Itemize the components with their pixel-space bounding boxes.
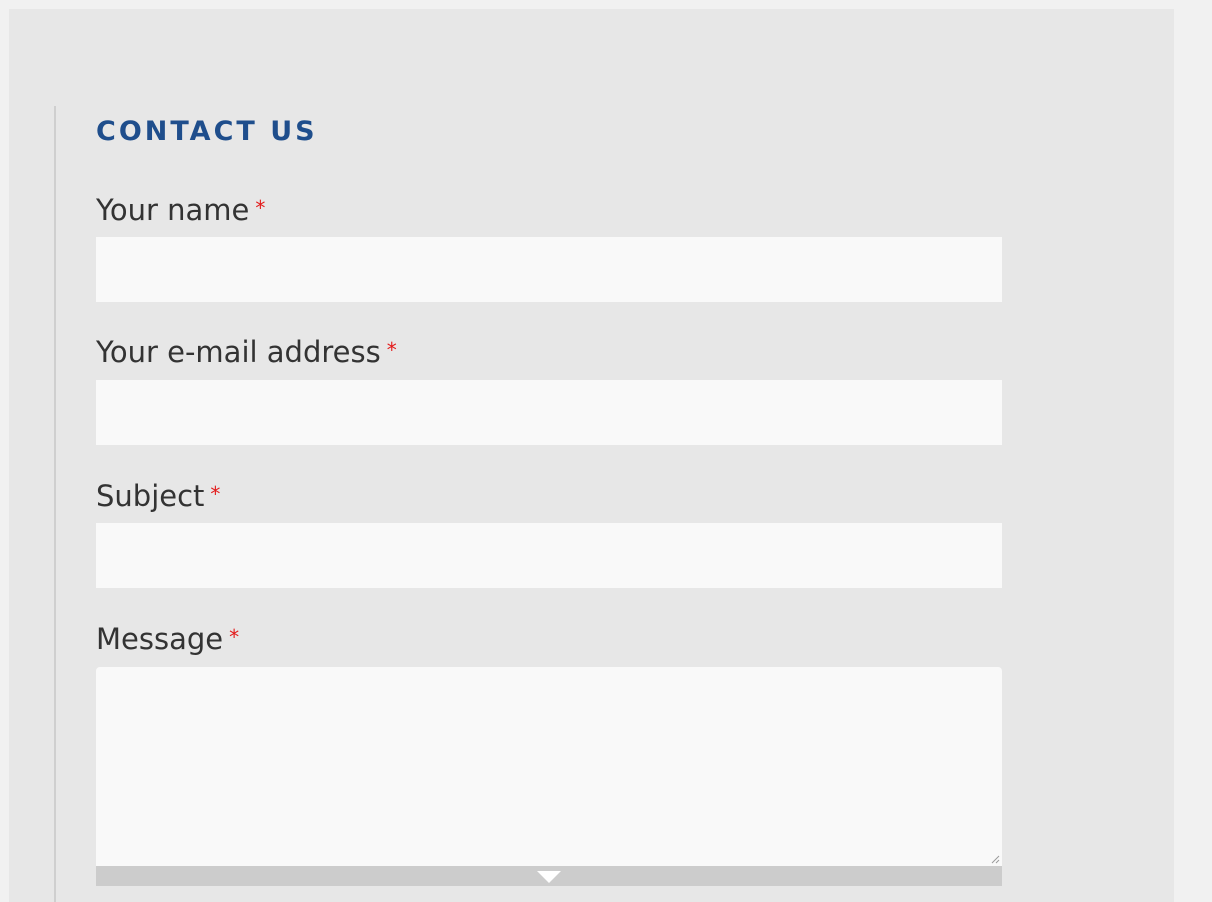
content-panel: CONTACT US Your name * Your e-mail addres… xyxy=(9,9,1174,902)
message-label: Message * xyxy=(96,622,239,656)
name-label: Your name * xyxy=(96,193,265,227)
subject-input[interactable] xyxy=(96,523,1002,588)
email-input[interactable] xyxy=(96,380,1002,445)
subject-label: Subject * xyxy=(96,479,220,513)
message-field-wrapper xyxy=(96,667,1002,886)
name-required-marker: * xyxy=(255,196,266,220)
subject-required-marker: * xyxy=(210,482,221,506)
triangle-down-icon xyxy=(537,871,561,883)
message-label-text: Message xyxy=(96,622,224,656)
page: CONTACT US Your name * Your e-mail addres… xyxy=(0,0,1212,902)
name-label-text: Your name xyxy=(96,193,250,227)
resize-handle-icon[interactable] xyxy=(990,854,1000,864)
contact-block: CONTACT US Your name * Your e-mail addres… xyxy=(54,106,1056,902)
textarea-grippie[interactable] xyxy=(96,866,1002,886)
subject-label-text: Subject xyxy=(96,479,205,513)
name-input[interactable] xyxy=(96,237,1002,302)
message-required-marker: * xyxy=(229,625,240,649)
email-required-marker: * xyxy=(386,338,397,362)
email-label: Your e-mail address * xyxy=(96,335,397,369)
email-label-text: Your e-mail address xyxy=(96,335,381,369)
message-textarea[interactable] xyxy=(96,667,1002,866)
block-title: CONTACT US xyxy=(96,116,318,147)
